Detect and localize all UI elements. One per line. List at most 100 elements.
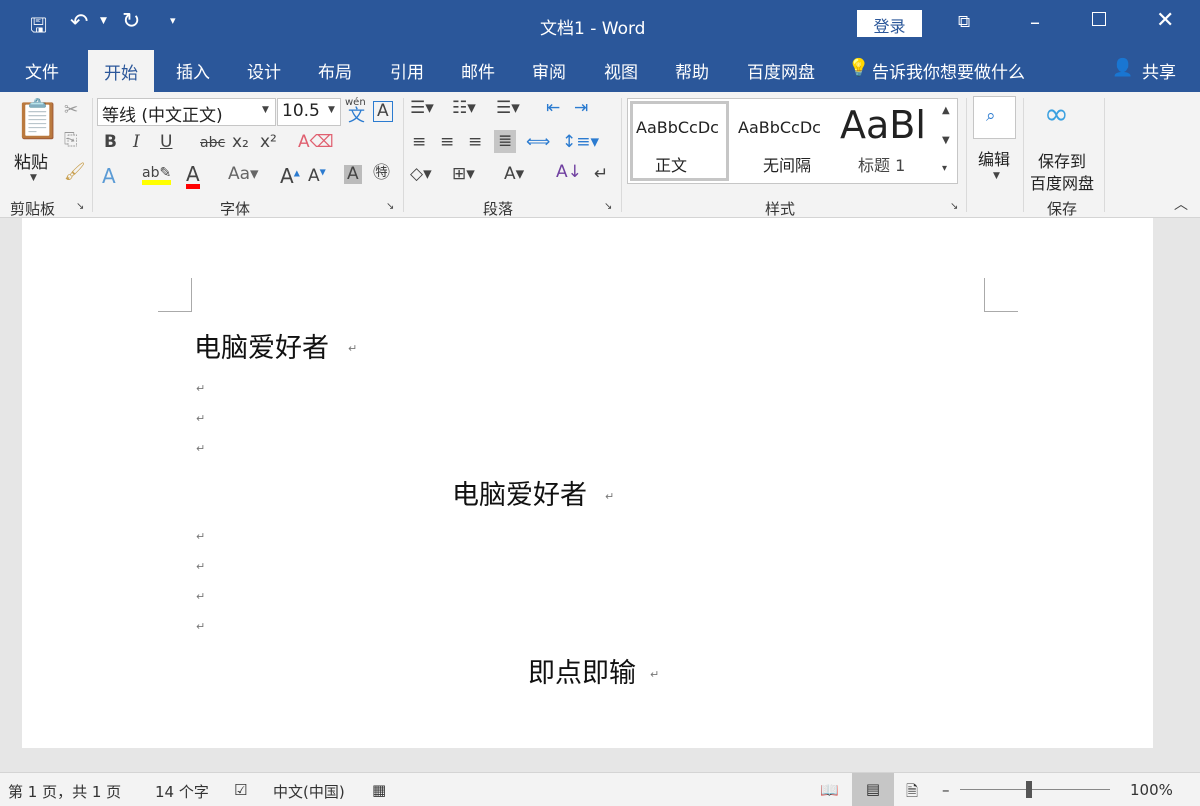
distributed-icon[interactable]: ⟺ (526, 134, 550, 151)
clear-formatting-icon[interactable]: A⌫ (298, 134, 334, 151)
show-marks-icon[interactable]: ↵ (594, 166, 608, 183)
clipboard-launcher-icon[interactable]: ↘ (76, 202, 84, 212)
undo-icon[interactable]: ↶ (70, 10, 88, 35)
editing-button[interactable]: 编辑 (978, 146, 1010, 170)
macro-icon[interactable]: ▦ (372, 781, 386, 799)
phonetic-guide-button[interactable]: 文 (348, 108, 365, 125)
shrink-font-icon[interactable]: A▼ (308, 168, 326, 185)
word-count[interactable]: 14 个字 (155, 781, 209, 802)
paste-icon[interactable]: 📋 (14, 100, 61, 138)
tab-mailings[interactable]: 邮件 (461, 58, 495, 83)
align-center-icon[interactable]: ≡ (440, 134, 454, 151)
bold-icon[interactable]: B (104, 134, 117, 151)
save-to-baidu-line2[interactable]: 百度网盘 (1030, 170, 1094, 194)
change-case-icon[interactable]: Aa▾ (228, 166, 259, 183)
enclose-characters-icon[interactable]: ㊕ (373, 165, 390, 182)
paragraph-launcher-icon[interactable]: ↘ (604, 202, 612, 212)
cut-icon[interactable]: ✂ (64, 102, 78, 119)
styles-scroll-up[interactable]: ▲ (942, 106, 950, 116)
tab-review[interactable]: 审阅 (532, 58, 566, 83)
save-icon[interactable]: 🖫 (30, 11, 47, 45)
font-color-icon[interactable]: A (186, 164, 200, 189)
strikethrough-icon[interactable]: abc (200, 136, 225, 150)
vertical-scrollbar[interactable] (1155, 218, 1200, 772)
style-normal[interactable]: AaBbCcDc 正文 (630, 101, 729, 181)
tab-references[interactable]: 引用 (390, 58, 424, 83)
subscript-icon[interactable]: x₂ (232, 134, 249, 151)
paste-dropdown-icon[interactable]: ▼ (30, 174, 37, 183)
doc-line-3[interactable]: 即点即输 (528, 651, 636, 690)
web-layout-icon[interactable]: 🗎 (906, 781, 918, 806)
bullets-icon[interactable]: ☰▾ (410, 100, 434, 117)
text-effects-icon[interactable]: A (102, 166, 116, 186)
collapse-ribbon-icon[interactable]: ︿ (1174, 198, 1188, 212)
zoom-out-button[interactable]: – (942, 781, 950, 799)
font-size-dropdown-icon[interactable]: ▼ (328, 106, 335, 115)
tab-view[interactable]: 视图 (604, 58, 638, 83)
search-icon[interactable]: ⌕ (973, 96, 1016, 139)
close-button[interactable]: ✕ (1156, 8, 1174, 33)
underline-icon[interactable]: U (160, 134, 172, 151)
maximize-button[interactable] (1092, 12, 1106, 26)
style-heading-1[interactable]: AaBl 标题 1 (836, 101, 932, 181)
tab-help[interactable]: 帮助 (675, 58, 709, 83)
zoom-slider-thumb[interactable] (1026, 781, 1032, 798)
document-page[interactable]: 电脑爱好者 ↵ ↵ ↵ ↵ 电脑爱好者 ↵ ↵ ↵ ↵ ↵ 即点即输 ↵ (22, 218, 1153, 748)
share-button[interactable]: 共享 (1142, 58, 1176, 83)
sort-icon[interactable]: A↓ (556, 164, 582, 181)
read-mode-icon[interactable]: 📖 (820, 781, 839, 799)
font-name-dropdown-icon[interactable]: ▼ (262, 106, 269, 115)
superscript-icon[interactable]: x² (260, 134, 277, 151)
numbering-icon[interactable]: ☷▾ (452, 100, 476, 117)
font-name-select[interactable]: 等线 (中文正文) (97, 98, 276, 126)
styles-scroll-down[interactable]: ▼ (942, 136, 950, 146)
highlight-icon[interactable]: ab✎ (142, 166, 172, 185)
doc-line-2[interactable]: 电脑爱好者 (452, 473, 587, 512)
editing-dropdown-icon[interactable]: ▼ (993, 172, 1000, 181)
undo-dropdown-icon[interactable]: ▼ (100, 16, 107, 26)
styles-launcher-icon[interactable]: ↘ (950, 202, 958, 212)
borders-icon[interactable]: ⊞▾ (452, 166, 475, 183)
character-border-icon[interactable]: A (373, 101, 393, 122)
copy-icon[interactable]: ⎘ (64, 132, 78, 149)
minimize-button[interactable]: – (1030, 10, 1040, 34)
shading-icon[interactable]: ◇▾ (410, 166, 432, 183)
language[interactable]: 中文(中国) (273, 781, 345, 802)
character-shading-icon[interactable]: A (344, 165, 362, 184)
doc-line-1[interactable]: 电脑爱好者 (194, 326, 329, 365)
increase-indent-icon[interactable]: ⇥ (574, 100, 588, 117)
style-no-spacing[interactable]: AaBbCcDc 无间隔 (733, 101, 832, 181)
decrease-indent-icon[interactable]: ⇤ (546, 100, 560, 117)
tell-me-search[interactable]: 告诉我你想要做什么 (872, 58, 1025, 83)
format-painter-icon[interactable]: 🖌 (64, 164, 86, 181)
style-preview: AaBbCcDc (636, 118, 719, 137)
save-to-baidu-line1[interactable]: 保存到 (1038, 148, 1086, 172)
zoom-level[interactable]: 100% (1130, 781, 1173, 799)
tab-design[interactable]: 设计 (247, 58, 281, 83)
tab-file[interactable]: 文件 (25, 58, 59, 83)
align-right-icon[interactable]: ≡ (468, 134, 482, 151)
customize-qat-icon[interactable]: ▾ (170, 14, 176, 27)
tab-home[interactable]: 开始 (88, 50, 154, 92)
font-launcher-icon[interactable]: ↘ (386, 202, 394, 212)
baidu-netdisk-icon: ∞ (1044, 97, 1069, 132)
tab-layout[interactable]: 布局 (318, 58, 352, 83)
page-count[interactable]: 第 1 页，共 1 页 (8, 781, 121, 802)
zoom-slider[interactable] (960, 789, 1110, 790)
proofing-icon[interactable]: ☑ (234, 781, 247, 799)
line-spacing-icon[interactable]: ↕≡▾ (562, 134, 599, 151)
multilevel-list-icon[interactable]: ☰▾ (496, 100, 520, 117)
justify-icon[interactable]: ≣ (494, 130, 517, 153)
paste-button[interactable]: 粘贴 (14, 148, 48, 173)
redo-icon[interactable]: ↻ (122, 9, 140, 34)
tab-insert[interactable]: 插入 (176, 58, 210, 83)
print-layout-icon[interactable]: ▤ (852, 773, 894, 806)
grow-font-icon[interactable]: A▲ (280, 166, 300, 186)
tab-baidu[interactable]: 百度网盘 (747, 58, 815, 83)
asian-layout-icon[interactable]: A▾ (504, 166, 524, 183)
ribbon-display-icon[interactable]: ⧉ (958, 12, 970, 32)
italic-icon[interactable]: I (133, 134, 140, 151)
login-button[interactable]: 登录 (857, 10, 922, 37)
styles-more[interactable]: ▾ (942, 164, 947, 174)
align-left-icon[interactable]: ≡ (412, 134, 426, 151)
